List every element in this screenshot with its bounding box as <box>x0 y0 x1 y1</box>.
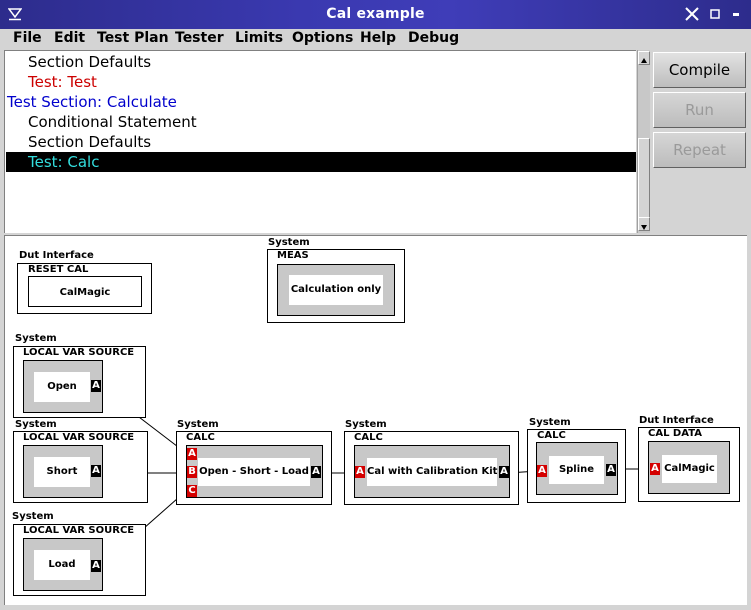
block-body: A B C Open - Short - Load A <box>186 445 323 498</box>
block-type-label: LOCAL VAR SOURCE <box>23 347 135 358</box>
block-type-label: LOCAL VAR SOURCE <box>23 432 135 443</box>
block-name: CalMagic <box>662 455 717 483</box>
test-plan-list[interactable]: Section Defaults Test: Test Test Section… <box>4 50 636 233</box>
block-group-label: Dut Interface <box>19 250 94 261</box>
close-icon[interactable] <box>684 6 700 22</box>
block-body: Open A <box>23 360 103 413</box>
input-port-b[interactable]: B <box>187 466 197 478</box>
scroll-down-button[interactable] <box>638 217 650 231</box>
menu-options[interactable]: Options <box>292 30 353 46</box>
block-body: A Spline A <box>536 442 618 495</box>
list-item[interactable]: Section Defaults <box>6 132 636 152</box>
block-body: A Cal with Calibration Kit A <box>354 445 510 498</box>
output-port[interactable]: A <box>499 466 509 478</box>
output-port[interactable]: A <box>91 380 101 392</box>
block-type-label: CALC <box>537 430 566 441</box>
calc-spline-block[interactable]: CALC A Spline A <box>527 429 626 503</box>
block-group-label: System <box>268 237 310 248</box>
block-type-label: CAL DATA <box>648 428 702 439</box>
open-source-block[interactable]: LOCAL VAR SOURCE Open A <box>13 346 146 418</box>
window-title: Cal example <box>326 6 425 22</box>
scroll-up-button[interactable] <box>638 51 650 65</box>
menu-help[interactable]: Help <box>360 30 396 46</box>
block-name: Open - Short - Load <box>198 458 310 486</box>
menu-file[interactable]: File <box>13 30 42 46</box>
list-scrollbar[interactable] <box>637 50 650 233</box>
title-bar: Cal example <box>0 0 751 29</box>
block-name: Cal with Calibration Kit <box>367 458 497 486</box>
block-group-label: System <box>177 419 219 430</box>
block-type-label: CALC <box>186 432 215 443</box>
menu-limits[interactable]: Limits <box>235 30 283 46</box>
short-source-block[interactable]: LOCAL VAR SOURCE Short A <box>13 431 148 503</box>
calc-kit-block[interactable]: CALC A Cal with Calibration Kit A <box>344 431 519 505</box>
block-group-label: System <box>15 419 57 430</box>
menu-tester[interactable]: Tester <box>175 30 224 46</box>
compile-button[interactable]: Compile <box>653 52 746 88</box>
menu-bar: File Edit Test Plan Tester Limits Option… <box>0 29 751 49</box>
diagram-canvas[interactable]: Dut Interface RESET CAL CalMagic System … <box>4 235 747 605</box>
block-name: Short <box>34 457 90 487</box>
output-port[interactable]: A <box>606 464 616 476</box>
block-group-label: System <box>15 333 57 344</box>
block-body: Calculation only <box>277 264 395 316</box>
scroll-thumb[interactable] <box>638 138 650 222</box>
input-port[interactable]: A <box>537 465 547 477</box>
input-port[interactable]: A <box>355 466 365 478</box>
repeat-button[interactable]: Repeat <box>653 132 746 168</box>
list-item[interactable]: Section Defaults <box>6 52 636 72</box>
block-name: Calculation only <box>289 275 383 305</box>
block-name: Open <box>34 372 90 402</box>
block-name: CalMagic <box>28 276 142 307</box>
menu-edit[interactable]: Edit <box>54 30 85 46</box>
meas-block[interactable]: MEAS Calculation only <box>267 249 405 323</box>
output-port[interactable]: A <box>91 560 101 572</box>
block-body: A CalMagic <box>648 441 730 494</box>
menu-debug[interactable]: Debug <box>408 30 459 46</box>
cal-data-block[interactable]: CAL DATA A CalMagic <box>638 427 740 502</box>
block-name: Spline <box>549 456 604 484</box>
block-body: Short A <box>23 445 103 498</box>
calc-osl-block[interactable]: CALC A B C Open - Short - Load A <box>176 431 332 505</box>
block-body: Load A <box>23 538 103 591</box>
block-type-label: CALC <box>354 432 383 443</box>
input-port[interactable]: A <box>650 463 660 475</box>
menu-test-plan[interactable]: Test Plan <box>97 30 169 46</box>
arrow-up-icon <box>641 58 647 63</box>
output-port[interactable]: A <box>311 466 321 478</box>
input-port-a[interactable]: A <box>187 448 197 460</box>
arrow-down-icon <box>641 225 647 230</box>
output-port[interactable]: A <box>91 465 101 477</box>
maximize-icon[interactable] <box>707 6 723 22</box>
input-port-c[interactable]: C <box>187 485 197 497</box>
load-source-block[interactable]: LOCAL VAR SOURCE Load A <box>13 524 146 596</box>
block-type-label: LOCAL VAR SOURCE <box>23 525 135 536</box>
block-group-label: System <box>345 419 387 430</box>
list-item-selected[interactable]: Test: Calc <box>6 152 636 172</box>
list-item[interactable]: Conditional Statement <box>6 112 636 132</box>
minimize-icon[interactable] <box>728 6 744 22</box>
block-group-label: Dut Interface <box>639 415 714 426</box>
block-type-label: MEAS <box>277 250 309 261</box>
block-type-label: RESET CAL <box>28 264 89 275</box>
block-group-label: System <box>529 417 571 428</box>
list-item[interactable]: Test Section: Calculate <box>6 92 636 112</box>
reset-cal-block[interactable]: RESET CAL CalMagic <box>17 263 152 314</box>
block-name: Load <box>34 550 90 580</box>
block-group-label: System <box>12 511 54 522</box>
list-item[interactable]: Test: Test <box>6 72 636 92</box>
run-button[interactable]: Run <box>653 92 746 128</box>
